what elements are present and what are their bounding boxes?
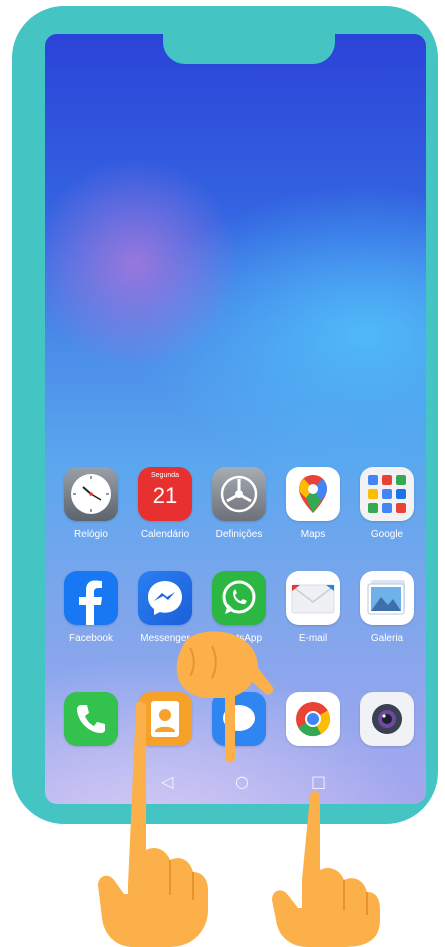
app-label: Google: [370, 529, 404, 540]
app-label: Facebook: [69, 633, 113, 644]
app-label: Definições: [215, 529, 263, 540]
calendar-date: 21: [152, 483, 178, 508]
settings-icon: [212, 467, 266, 521]
app-galeria[interactable]: Galeria: [352, 571, 422, 644]
app-maps[interactable]: Maps: [278, 467, 348, 540]
messenger-icon: [138, 571, 192, 625]
calendar-weekday: Segunda: [150, 472, 180, 479]
pointing-hand-back-icon: [98, 701, 208, 947]
app-label: Calendário: [140, 529, 190, 540]
email-icon: [286, 571, 340, 625]
whatsapp-icon: [212, 571, 266, 625]
clock-icon: [64, 467, 118, 521]
chrome-icon: [286, 692, 340, 746]
app-label: Galeria: [370, 633, 404, 644]
app-relogio[interactable]: Relógio: [56, 467, 126, 540]
app-label: E-mail: [298, 633, 328, 644]
dock-chrome[interactable]: [278, 692, 348, 746]
app-facebook[interactable]: Facebook: [56, 571, 126, 644]
dock-camera[interactable]: [352, 692, 422, 746]
app-email[interactable]: E-mail: [278, 571, 348, 644]
app-google-folder[interactable]: Google: [352, 467, 422, 540]
nav-recents-button[interactable]: □: [311, 772, 326, 791]
calendar-icon: Segunda 21: [138, 467, 192, 521]
app-calendario[interactable]: Segunda 21 Calendário: [130, 467, 200, 540]
app-label: Maps: [300, 529, 326, 540]
gallery-icon: [360, 571, 414, 625]
pointing-hand-recents-icon: [272, 791, 380, 947]
camera-icon: [360, 692, 414, 746]
app-definicoes[interactable]: Definições: [204, 467, 274, 540]
google-folder-icon: [360, 467, 414, 521]
camera-notch: [163, 34, 335, 64]
facebook-icon: [64, 571, 118, 625]
app-label: Relógio: [74, 529, 108, 540]
nav-home-button[interactable]: ○: [235, 772, 249, 791]
maps-icon: [286, 467, 340, 521]
